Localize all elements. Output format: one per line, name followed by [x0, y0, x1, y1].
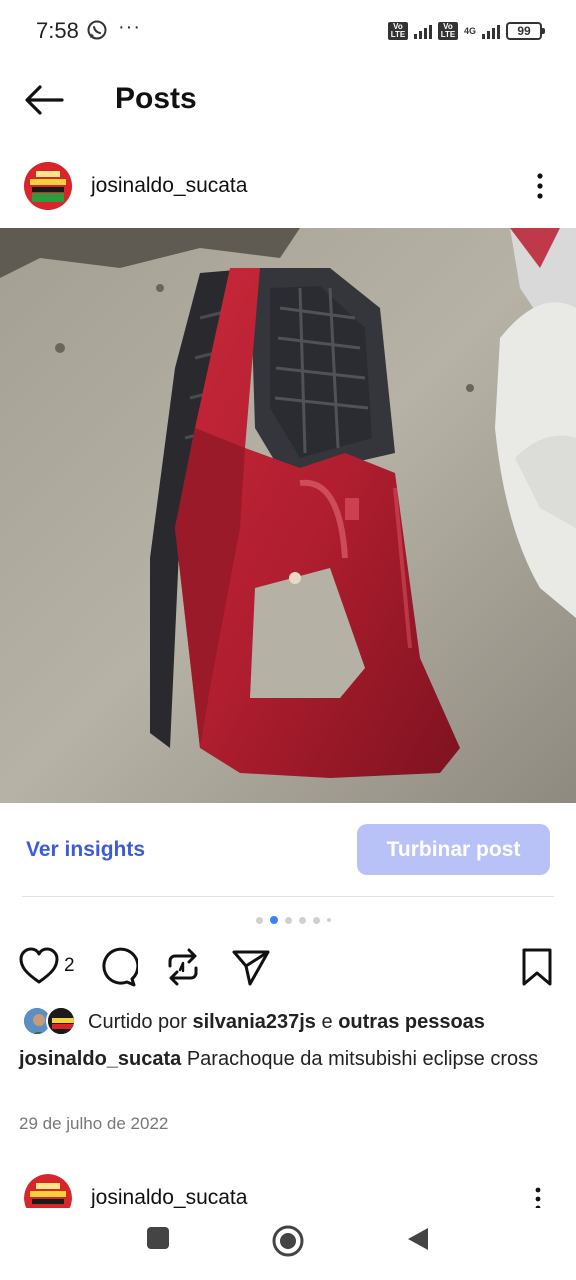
- home-circle-icon: [272, 1225, 304, 1257]
- battery-icon: 99: [506, 22, 545, 40]
- liked-by-user[interactable]: silvania237js: [193, 1011, 316, 1033]
- next-post-header: josinaldo_sucata: [0, 1168, 576, 1208]
- arrow-left-icon: [25, 85, 64, 115]
- status-bar: 7:58 ··· Vo LTE Vo LTE 4G 99: [0, 0, 576, 62]
- carousel-dot: [313, 916, 320, 924]
- status-time: 7:58: [36, 18, 79, 43]
- back-button[interactable]: [22, 80, 66, 120]
- signal-icon: [413, 23, 432, 39]
- like-button[interactable]: [18, 946, 60, 991]
- post-options-button[interactable]: [528, 170, 552, 202]
- send-icon: [232, 950, 270, 986]
- back-nav-button[interactable]: [406, 1226, 430, 1257]
- system-nav-bar: [0, 1208, 576, 1280]
- liked-by-text[interactable]: Curtido por silvania237js e outras pesso…: [88, 1011, 485, 1034]
- post-caption: josinaldo_sucata Parachoque da mitsubish…: [19, 1044, 559, 1074]
- whatsapp-icon: [86, 19, 108, 46]
- comment-icon: [102, 947, 140, 987]
- comment-button[interactable]: [96, 946, 140, 993]
- carousel-dot: [327, 918, 331, 922]
- avatar[interactable]: [24, 162, 72, 210]
- carousel-dot-active: [270, 916, 278, 924]
- repost-button[interactable]: [162, 946, 204, 993]
- recents-button[interactable]: [146, 1226, 170, 1255]
- post-date: 29 de julho de 2022: [19, 1114, 169, 1133]
- share-button[interactable]: [230, 946, 272, 993]
- caption-username[interactable]: josinaldo_sucata: [19, 1048, 181, 1070]
- liker-avatar: [46, 1006, 76, 1036]
- liked-by-row[interactable]: Curtido por silvania237js e outras pesso…: [0, 1004, 576, 1040]
- repost-icon: [168, 948, 198, 986]
- post-username[interactable]: josinaldo_sucata: [91, 174, 247, 198]
- top-bar: Posts: [0, 62, 576, 138]
- home-button[interactable]: [271, 1224, 305, 1263]
- caption-text: Parachoque da mitsubishi eclipse cross: [186, 1048, 539, 1070]
- liked-by-others[interactable]: outras pessoas: [338, 1011, 485, 1033]
- post-actions: 2: [0, 940, 576, 996]
- save-button[interactable]: [518, 946, 556, 993]
- carousel-dot: [299, 916, 306, 924]
- kebab-menu-icon: [537, 173, 543, 199]
- boost-post-button[interactable]: Turbinar post: [357, 824, 550, 875]
- bookmark-icon: [522, 948, 552, 986]
- square-icon: [147, 1227, 169, 1249]
- volte-icon: Vo LTE: [387, 22, 408, 40]
- post-header: josinaldo_sucata: [0, 150, 576, 222]
- network-type: 4G: [463, 25, 476, 36]
- carousel-dot: [256, 916, 263, 924]
- insights-row: Ver insights Turbinar post: [0, 803, 576, 897]
- post-photo[interactable]: [0, 228, 576, 803]
- heart-icon: [19, 947, 59, 984]
- view-insights-link[interactable]: Ver insights: [26, 838, 145, 862]
- triangle-back-icon: [408, 1228, 428, 1250]
- volte-icon: Vo LTE: [437, 22, 458, 40]
- carousel-dot: [285, 916, 292, 924]
- liked-by-prefix: Curtido por: [88, 1011, 187, 1033]
- divider: [22, 896, 554, 897]
- post-options-button[interactable]: [528, 1186, 548, 1208]
- like-count[interactable]: 2: [64, 955, 75, 977]
- liked-by-conjunction: e: [321, 1011, 333, 1033]
- post-username[interactable]: josinaldo_sucata: [91, 1186, 247, 1208]
- status-indicators: Vo LTE Vo LTE 4G 99: [387, 20, 545, 42]
- kebab-menu-icon: [535, 1187, 541, 1208]
- signal-icon: [482, 23, 500, 39]
- carousel-indicator: [256, 916, 331, 924]
- notification-more-icon: ···: [118, 16, 141, 38]
- page-title: Posts: [115, 82, 197, 115]
- avatar[interactable]: [24, 1174, 72, 1208]
